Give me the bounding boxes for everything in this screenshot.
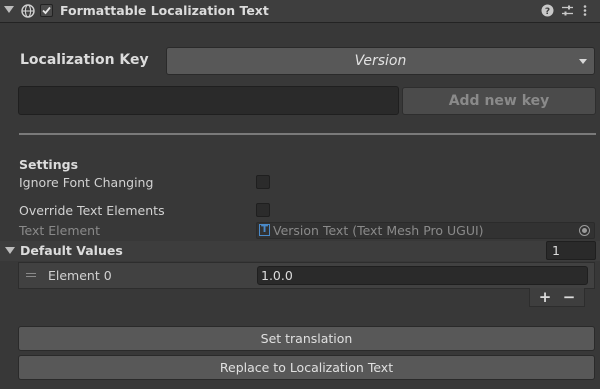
override-text-elements-label: Override Text Elements — [19, 203, 165, 218]
checkmark-icon — [42, 6, 51, 15]
localization-key-dropdown[interactable]: Version — [166, 47, 595, 75]
section-divider — [19, 133, 596, 135]
add-element-button[interactable]: + — [533, 288, 557, 306]
settings-heading: Settings — [19, 157, 79, 172]
add-new-key-button[interactable]: Add new key — [402, 87, 596, 115]
text-mesh-pro-icon: T — [259, 224, 270, 236]
localization-key-label: Localization Key — [20, 52, 149, 68]
collapse-arrow-icon[interactable] — [4, 6, 14, 13]
element-label: Element 0 — [48, 268, 112, 283]
default-values-foldout-icon[interactable] — [5, 247, 15, 254]
svg-text:?: ? — [545, 7, 550, 17]
localization-key-value: Version — [354, 53, 407, 69]
replace-to-localization-text-button[interactable]: Replace to Localization Text — [18, 355, 595, 380]
override-text-elements-checkbox[interactable] — [256, 203, 270, 217]
default-values-label[interactable]: Default Values — [20, 243, 123, 258]
remove-element-button[interactable]: − — [557, 288, 581, 306]
dropdown-arrow-icon — [579, 59, 587, 64]
default-values-size-field[interactable]: 1 — [546, 241, 596, 260]
text-element-label: Text Element — [19, 223, 101, 238]
component-enabled-checkbox[interactable] — [40, 4, 53, 17]
help-icon[interactable]: ? — [541, 4, 554, 20]
object-picker-icon — [579, 225, 590, 236]
presets-icon[interactable] — [561, 4, 574, 20]
new-key-input[interactable] — [18, 86, 399, 115]
ignore-font-checkbox[interactable] — [256, 175, 270, 189]
ignore-font-label: Ignore Font Changing — [19, 175, 154, 190]
list-item: Element 0 1.0.0 — [18, 262, 595, 289]
component-title: Formattable Localization Text — [60, 3, 269, 18]
list-footer: + − — [529, 288, 585, 307]
globe-icon — [21, 4, 35, 21]
element-value-field[interactable]: 1.0.0 — [257, 266, 588, 285]
menu-icon[interactable] — [582, 4, 588, 20]
drag-handle-icon[interactable] — [26, 273, 36, 274]
text-element-value: Version Text (Text Mesh Pro UGUI) — [273, 223, 484, 238]
text-element-object-field: T Version Text (Text Mesh Pro UGUI) — [256, 222, 595, 239]
set-translation-button[interactable]: Set translation — [18, 326, 595, 351]
